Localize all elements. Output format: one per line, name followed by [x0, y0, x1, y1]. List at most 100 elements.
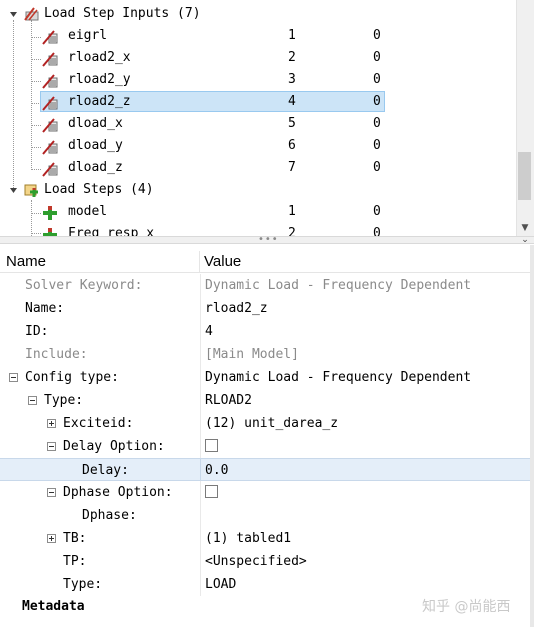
property-row-exciteid[interactable]: Exciteid: (12) unit_darea_z — [0, 412, 530, 435]
property-key: Solver Keyword: — [25, 278, 143, 293]
property-row-config-type[interactable]: Config type: Dynamic Load - Frequency De… — [0, 366, 530, 389]
tree-count: 0 — [373, 226, 381, 236]
property-row-delay[interactable]: Delay: 0.0 — [0, 458, 530, 482]
tree-label: dload_x — [68, 116, 123, 131]
expand-plus-icon[interactable] — [47, 419, 56, 428]
scroll-down-arrow-icon[interactable]: ▼ — [516, 220, 534, 236]
tree-count: 0 — [373, 116, 381, 131]
property-value[interactable]: LOAD — [205, 577, 236, 592]
property-key: Type: — [63, 577, 103, 592]
property-value: [Main Model] — [205, 347, 299, 362]
collapse-minus-icon[interactable] — [9, 373, 18, 382]
tree-folder-load-steps[interactable]: Load Steps (4) — [0, 179, 516, 201]
splitter-grip-icon[interactable]: ••• — [258, 234, 279, 245]
tree-count: 0 — [373, 72, 381, 87]
collapse-minus-icon[interactable] — [47, 442, 56, 451]
load-input-icon — [42, 140, 58, 155]
tree-count: 0 — [373, 28, 381, 43]
property-row-id[interactable]: ID: 4 — [0, 320, 530, 343]
column-divider[interactable] — [199, 251, 200, 273]
tree-label: dload_y — [68, 138, 123, 153]
property-row-type[interactable]: Type: RLOAD2 — [0, 389, 530, 412]
property-key: Include: — [25, 347, 88, 362]
tree-label: model — [68, 204, 108, 219]
property-key: Delay: — [82, 463, 129, 478]
tree-label: eigrl — [68, 28, 108, 43]
property-key: TB: — [63, 531, 87, 546]
tree-label: rload2_y — [68, 72, 131, 87]
load-step-icon — [43, 206, 57, 220]
tree-item-dload-z[interactable]: dload_z 7 0 — [0, 157, 516, 179]
delay-option-checkbox[interactable] — [205, 439, 218, 452]
tree-id: 1 — [288, 204, 296, 219]
tree-id: 4 — [288, 94, 296, 109]
property-row-solver-keyword: Solver Keyword: Dynamic Load - Frequency… — [0, 274, 530, 297]
property-row-tp[interactable]: TP: <Unspecified> — [0, 550, 530, 573]
tree-id: 5 — [288, 116, 296, 131]
property-grid-header: Name Value — [0, 251, 530, 273]
property-value[interactable]: 4 — [205, 324, 213, 339]
tree-item-model[interactable]: model 1 0 — [0, 201, 516, 223]
property-value[interactable]: (12) unit_darea_z — [205, 416, 338, 431]
load-step-inputs-icon — [24, 7, 39, 21]
tree-item-rload2-z[interactable]: rload2_z 4 0 — [0, 91, 516, 113]
expand-plus-icon[interactable] — [47, 534, 56, 543]
collapse-minus-icon[interactable] — [28, 396, 37, 405]
property-key: Delay Option: — [63, 439, 165, 454]
model-browser-tree: Load Step Inputs (7) eigrl 1 0 rload2_x … — [0, 0, 534, 236]
tree-label: rload2_z — [68, 94, 131, 109]
collapse-minus-icon[interactable] — [47, 488, 56, 497]
column-header-name[interactable]: Name — [6, 253, 46, 270]
property-value[interactable]: RLOAD2 — [205, 393, 252, 408]
tree-count: 0 — [373, 50, 381, 65]
tree-item-eigrl[interactable]: eigrl 1 0 — [0, 25, 516, 47]
load-input-icon — [42, 30, 58, 45]
property-row-tb[interactable]: TB: (1) tabled1 — [0, 527, 530, 550]
property-key: Dphase: — [82, 508, 137, 523]
column-header-value[interactable]: Value — [204, 253, 241, 270]
tree-scrollbar[interactable] — [516, 0, 534, 236]
tree-label: Freq_resp_x — [68, 226, 155, 236]
property-value[interactable]: <Unspecified> — [205, 554, 307, 569]
tree-label: Load Step Inputs (7) — [44, 6, 201, 21]
tree-id: 3 — [288, 72, 296, 87]
property-grid-scrollbar[interactable] — [530, 245, 534, 627]
tree-id: 2 — [288, 50, 296, 65]
expand-arrow-icon[interactable] — [9, 186, 18, 195]
property-key: ID: — [25, 324, 49, 339]
tree-folder-load-step-inputs[interactable]: Load Step Inputs (7) — [0, 3, 516, 25]
delay-value-field[interactable]: 0.0 — [205, 463, 228, 478]
tree-label: rload2_x — [68, 50, 131, 65]
load-input-icon — [42, 118, 58, 133]
expand-arrow-icon[interactable] — [9, 10, 18, 19]
watermark: 知乎 @尚能西 — [422, 599, 511, 615]
collapse-chevron-icon[interactable]: ⌄ — [516, 235, 534, 245]
property-value[interactable]: rload2_z — [205, 301, 268, 316]
property-value[interactable]: Dynamic Load - Frequency Dependent — [205, 370, 471, 385]
property-value: Dynamic Load - Frequency Dependent — [205, 278, 472, 293]
property-row-dphase[interactable]: Dphase: — [0, 504, 530, 527]
property-row-delay-option[interactable]: Delay Option: — [0, 435, 530, 458]
property-row-name[interactable]: Name: rload2_z — [0, 297, 530, 320]
property-key: Name: — [25, 301, 65, 316]
tree-id: 2 — [288, 226, 296, 236]
load-step-icon — [43, 228, 57, 236]
property-key: Config type: — [25, 370, 119, 385]
dphase-option-checkbox[interactable] — [205, 485, 218, 498]
tree-item-rload2-x[interactable]: rload2_x 2 0 — [0, 47, 516, 69]
property-value[interactable]: (1) tabled1 — [205, 531, 291, 546]
tree-scrollbar-thumb[interactable] — [518, 152, 531, 200]
load-input-icon — [42, 96, 58, 111]
tree-item-rload2-y[interactable]: rload2_y 3 0 — [0, 69, 516, 91]
tree-id: 6 — [288, 138, 296, 153]
tree-count: 0 — [373, 138, 381, 153]
metadata-section-header[interactable]: Metadata — [22, 599, 85, 614]
tree-item-dload-x[interactable]: dload_x 5 0 — [0, 113, 516, 135]
property-row-type-load[interactable]: Type: LOAD — [0, 573, 530, 596]
property-key: Type: — [44, 393, 84, 408]
load-steps-icon — [24, 184, 38, 197]
property-row-include: Include: [Main Model] — [0, 343, 530, 366]
property-row-dphase-option[interactable]: Dphase Option: — [0, 481, 530, 504]
tree-count: 0 — [373, 94, 381, 109]
tree-item-dload-y[interactable]: dload_y 6 0 — [0, 135, 516, 157]
